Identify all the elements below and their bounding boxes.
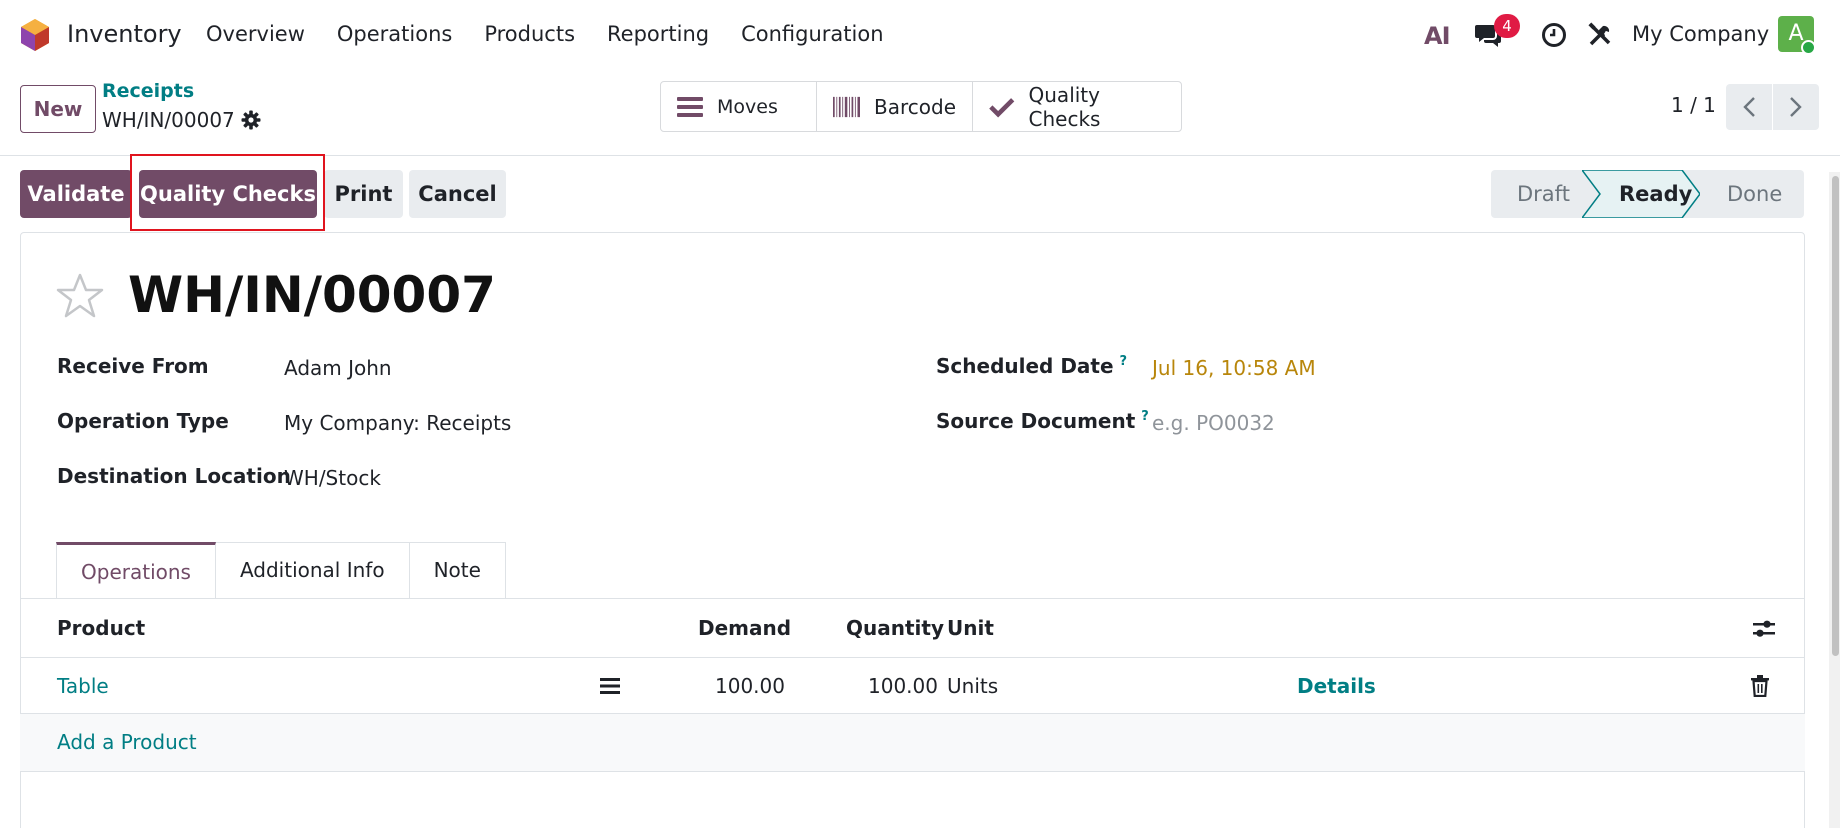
destination-location-label: Destination Location	[57, 464, 291, 488]
chevron-left-icon	[1743, 97, 1755, 117]
cancel-button[interactable]: Cancel	[409, 170, 506, 218]
gear-icon[interactable]	[241, 110, 261, 130]
quality-checks-label: Quality Checks	[1028, 82, 1101, 131]
add-row-divider	[20, 771, 1805, 772]
menu-configuration[interactable]: Configuration	[741, 22, 883, 46]
menu-overview[interactable]: Overview	[206, 22, 305, 46]
top-navbar: Inventory Overview Operations Products R…	[0, 0, 1840, 70]
check-icon	[989, 97, 1015, 118]
source-document-help-icon[interactable]: ?	[1141, 409, 1149, 424]
quality-checks-highlight	[130, 154, 325, 231]
receive-from-value[interactable]: Adam John	[284, 356, 392, 380]
messages-badge: 4	[1494, 14, 1520, 38]
row-unit[interactable]: Units	[947, 674, 998, 698]
menu-lines-icon[interactable]	[600, 677, 620, 695]
barcode-label: Barcode	[874, 94, 956, 119]
row-product-table[interactable]: Table	[57, 674, 109, 698]
add-product-row	[20, 714, 1805, 771]
menu-products[interactable]: Products	[484, 22, 575, 46]
row-quantity[interactable]: 100.00	[868, 674, 938, 698]
source-document-label: Source Document?	[936, 409, 1149, 433]
col-quantity[interactable]: Quantity	[846, 616, 944, 640]
print-button[interactable]: Print	[324, 170, 403, 218]
tab-note[interactable]: Note	[409, 542, 506, 599]
header-divider	[20, 657, 1805, 658]
moves-label: Moves	[717, 95, 778, 118]
scheduled-date-value[interactable]: Jul 16, 10:58 AM	[1152, 356, 1316, 380]
operation-type-value[interactable]: My Company: Receipts	[284, 411, 511, 435]
scheduled-date-label: Scheduled Date?	[936, 354, 1127, 378]
source-document-label-text: Source Document	[936, 409, 1136, 433]
status-done[interactable]: Done	[1727, 170, 1782, 218]
company-switcher[interactable]: My Company	[1632, 22, 1769, 46]
tab-operations[interactable]: Operations	[56, 542, 216, 599]
scheduled-date-help-icon[interactable]: ?	[1120, 354, 1128, 369]
row-details-link[interactable]: Details	[1297, 674, 1376, 698]
record-title: WH/IN/00007	[128, 266, 496, 324]
scheduled-date-label-text: Scheduled Date	[936, 354, 1114, 378]
scrollbar-thumb[interactable]	[1832, 176, 1839, 656]
list-icon	[677, 96, 703, 117]
status-draft[interactable]: Draft	[1517, 170, 1570, 218]
menu-reporting[interactable]: Reporting	[607, 22, 709, 46]
menu-operations[interactable]: Operations	[337, 22, 452, 46]
row-demand[interactable]: 100.00	[715, 674, 785, 698]
chevron-right-icon	[1790, 97, 1802, 117]
ai-icon[interactable]: AI	[1424, 22, 1450, 50]
breadcrumb-current: WH/IN/00007	[102, 108, 235, 132]
optional-columns-sliders-icon[interactable]	[1752, 618, 1776, 640]
col-demand[interactable]: Demand	[698, 616, 791, 640]
favorite-star-icon[interactable]	[55, 272, 105, 320]
barcode-icon	[833, 96, 860, 117]
smart-buttons: Moves Barcode Quality Checks	[660, 81, 1182, 132]
moves-smart-button[interactable]: Moves	[661, 82, 817, 131]
new-button[interactable]: New	[20, 85, 96, 133]
operation-type-label: Operation Type	[57, 409, 229, 433]
debug-tools-icon[interactable]	[1587, 22, 1613, 48]
main-menu: Overview Operations Products Reporting C…	[206, 22, 916, 46]
status-bar: Draft Ready Done	[1491, 170, 1804, 218]
activity-clock-icon[interactable]	[1541, 22, 1567, 48]
trash-icon[interactable]	[1750, 675, 1770, 697]
online-status-dot	[1801, 40, 1816, 55]
pager-value[interactable]: 1 / 1	[1671, 93, 1716, 117]
notebook-tabs: Operations Additional Info Note	[56, 542, 506, 599]
barcode-smart-button[interactable]: Barcode	[817, 82, 973, 131]
add-product-link[interactable]: Add a Product	[57, 730, 197, 754]
source-document-input[interactable]: e.g. PO0032	[1152, 411, 1275, 435]
destination-location-value[interactable]: WH/Stock	[284, 466, 381, 490]
app-name[interactable]: Inventory	[67, 20, 182, 48]
tab-additional-info[interactable]: Additional Info	[215, 542, 410, 599]
quality-checks-smart-button[interactable]: Quality Checks	[973, 82, 1181, 131]
validate-button[interactable]: Validate	[20, 170, 132, 218]
tabs-divider	[20, 598, 1805, 599]
col-unit[interactable]: Unit	[947, 616, 994, 640]
col-product[interactable]: Product	[57, 616, 145, 640]
inventory-app-icon[interactable]	[20, 18, 50, 52]
control-panel: New Receipts WH/IN/00007 Moves Barcode Q…	[0, 70, 1840, 156]
pager-next-button[interactable]	[1773, 84, 1819, 130]
pager-previous-button[interactable]	[1726, 84, 1772, 130]
breadcrumb-receipts[interactable]: Receipts	[102, 80, 194, 102]
status-ready[interactable]: Ready	[1619, 170, 1692, 218]
receive-from-label: Receive From	[57, 354, 209, 378]
